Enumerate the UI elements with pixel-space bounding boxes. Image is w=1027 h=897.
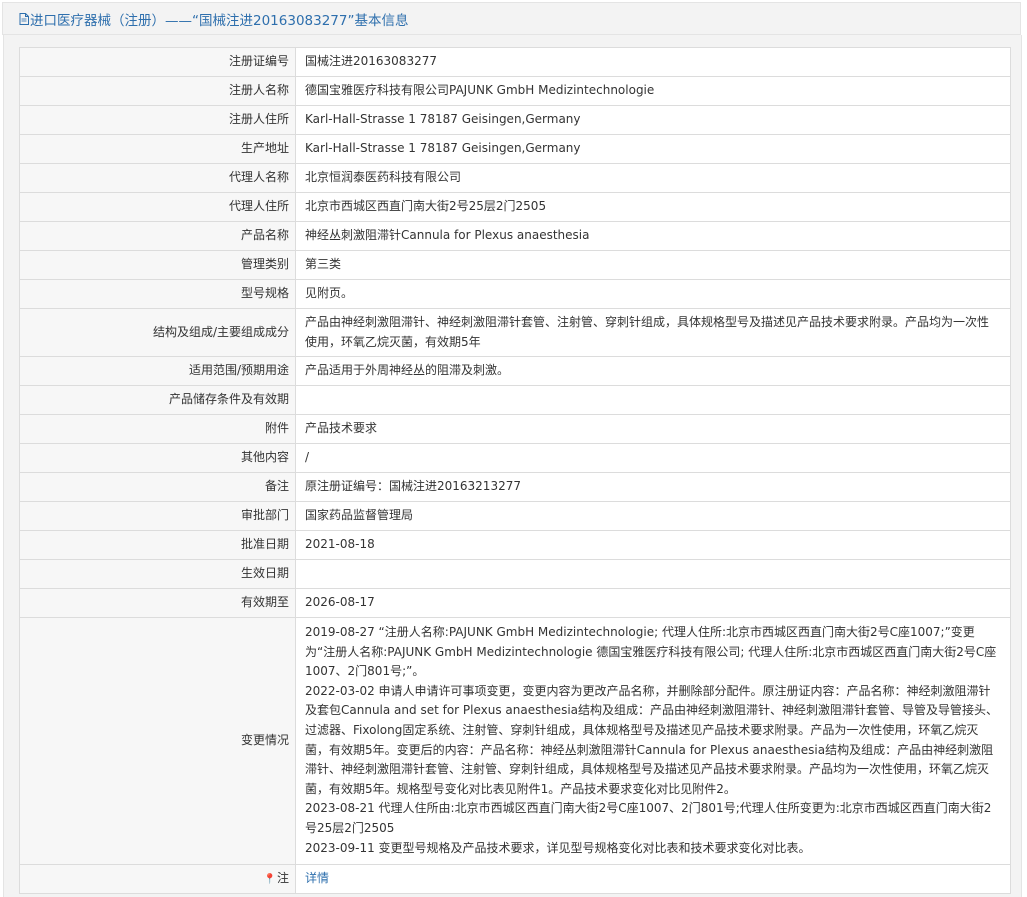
field-label: 附件 — [19, 414, 296, 444]
row-valid-until: 有效期至 2026-08-17 — [19, 588, 1011, 618]
field-label: 管理类别 — [19, 250, 296, 280]
field-label: 有效期至 — [19, 588, 296, 618]
field-label: 生效日期 — [19, 559, 296, 589]
field-label: 代理人名称 — [19, 163, 296, 193]
field-value: 产品由神经刺激阻滞针、神经刺激阻滞针套管、注射管、穿刺针组成，具体规格型号及描述… — [295, 308, 1011, 357]
row-attachment: 附件 产品技术要求 — [19, 414, 1011, 444]
note-label: 注 — [276, 870, 289, 885]
field-label: 产品储存条件及有效期 — [19, 385, 296, 415]
note-value-cell: 详情 — [295, 864, 1011, 895]
row-agent-address: 代理人住所 北京市西城区西直门南大街2号25层2门2505 — [19, 192, 1011, 222]
change-entry: 2019-08-27 “注册人名称:PAJUNK GmbH Medizintec… — [305, 625, 997, 679]
field-label: 注册证编号 — [19, 47, 296, 77]
row-registration-number: 注册证编号 国械注进20163083277 — [19, 47, 1011, 77]
change-entry: 2022-03-02 申请人申请许可事项变更，变更内容为更改产品名称，并删除部分… — [305, 683, 999, 796]
info-panel: 注册证编号 国械注进20163083277 注册人名称 德国宝雅医疗科技有限公司… — [3, 35, 1022, 897]
field-value: 见附页。 — [295, 279, 1011, 309]
row-change-history: 变更情况 2019-08-27 “注册人名称:PAJUNK GmbH Mediz… — [19, 616, 1011, 866]
field-value: Karl-Hall-Strasse 1 78187 Geisingen,Germ… — [295, 105, 1011, 135]
field-value: / — [295, 443, 1011, 473]
field-label: 注册人名称 — [19, 76, 296, 106]
field-label: 生产地址 — [19, 134, 296, 164]
row-management-category: 管理类别 第三类 — [19, 250, 1011, 280]
field-value — [295, 385, 1011, 415]
row-model-spec: 型号规格 见附页。 — [19, 279, 1011, 309]
row-approval-date: 批准日期 2021-08-18 — [19, 530, 1011, 560]
field-value: 产品技术要求 — [295, 414, 1011, 444]
field-label: 审批部门 — [19, 501, 296, 531]
page-header: 进口医疗器械（注册）——“国械注进20163083277”基本信息 — [2, 2, 1021, 35]
row-registrant-name: 注册人名称 德国宝雅医疗科技有限公司PAJUNK GmbH Medizintec… — [19, 76, 1011, 106]
row-approval-department: 审批部门 国家药品监督管理局 — [19, 501, 1011, 531]
field-value: 第三类 — [295, 250, 1011, 280]
field-value: 产品适用于外周神经丛的阻滞及刺激。 — [295, 356, 1011, 386]
row-structure-composition: 结构及组成/主要组成成分 产品由神经刺激阻滞针、神经刺激阻滞针套管、注射管、穿刺… — [19, 308, 1011, 357]
row-effective-date: 生效日期 — [19, 559, 1011, 589]
change-entry: 2023-08-21 代理人住所由:北京市西城区西直门南大街2号C座1007、2… — [305, 801, 992, 835]
row-other-content: 其他内容 / — [19, 443, 1011, 473]
pin-icon: 📍 — [263, 873, 276, 885]
row-storage-conditions: 产品储存条件及有效期 — [19, 385, 1011, 415]
field-value: 国家药品监督管理局 — [295, 501, 1011, 531]
field-value: 国械注进20163083277 — [295, 47, 1011, 77]
row-product-name: 产品名称 神经丛刺激阻滞针Cannula for Plexus anaesthe… — [19, 221, 1011, 251]
device-info-table: 注册证编号 国械注进20163083277 注册人名称 德国宝雅医疗科技有限公司… — [19, 47, 1011, 895]
field-value: 北京恒润泰医药科技有限公司 — [295, 163, 1011, 193]
field-label: 代理人住所 — [19, 192, 296, 222]
field-label: 适用范围/预期用途 — [19, 356, 296, 386]
field-value: 2026-08-17 — [295, 588, 1011, 618]
change-history-list: 2019-08-27 “注册人名称:PAJUNK GmbH Medizintec… — [295, 616, 1011, 866]
field-label: 注册人住所 — [19, 105, 296, 135]
field-label: 产品名称 — [19, 221, 296, 251]
field-value: 原注册证编号：国械注进20163213277 — [295, 472, 1011, 502]
field-label: 备注 — [19, 472, 296, 502]
details-link[interactable]: 详情 — [305, 871, 329, 885]
row-intended-use: 适用范围/预期用途 产品适用于外周神经丛的阻滞及刺激。 — [19, 356, 1011, 386]
field-label: 结构及组成/主要组成成分 — [19, 308, 296, 357]
field-value — [295, 559, 1011, 589]
page-title: 进口医疗器械（注册）——“国械注进20163083277”基本信息 — [30, 12, 409, 29]
row-remarks: 备注 原注册证编号：国械注进20163213277 — [19, 472, 1011, 502]
field-label: 变更情况 — [19, 616, 296, 866]
field-value: 2021-08-18 — [295, 530, 1011, 560]
field-label: 批准日期 — [19, 530, 296, 560]
row-production-address: 生产地址 Karl-Hall-Strasse 1 78187 Geisingen… — [19, 134, 1011, 164]
field-value: 德国宝雅医疗科技有限公司PAJUNK GmbH Medizintechnolog… — [295, 76, 1011, 106]
row-registrant-address: 注册人住所 Karl-Hall-Strasse 1 78187 Geisinge… — [19, 105, 1011, 135]
document-icon — [19, 12, 29, 25]
change-entry: 2023-09-11 变更型号规格及产品技术要求，详见型号规格变化对比表和技术要… — [305, 840, 811, 855]
row-agent-name: 代理人名称 北京恒润泰医药科技有限公司 — [19, 163, 1011, 193]
field-value: 神经丛刺激阻滞针Cannula for Plexus anaesthesia — [295, 221, 1011, 251]
row-note: 📍注 详情 — [19, 864, 1011, 895]
field-value: Karl-Hall-Strasse 1 78187 Geisingen,Germ… — [295, 134, 1011, 164]
field-label: 其他内容 — [19, 443, 296, 473]
field-label: 型号规格 — [19, 279, 296, 309]
field-value: 北京市西城区西直门南大街2号25层2门2505 — [295, 192, 1011, 222]
note-label-cell: 📍注 — [19, 864, 296, 895]
